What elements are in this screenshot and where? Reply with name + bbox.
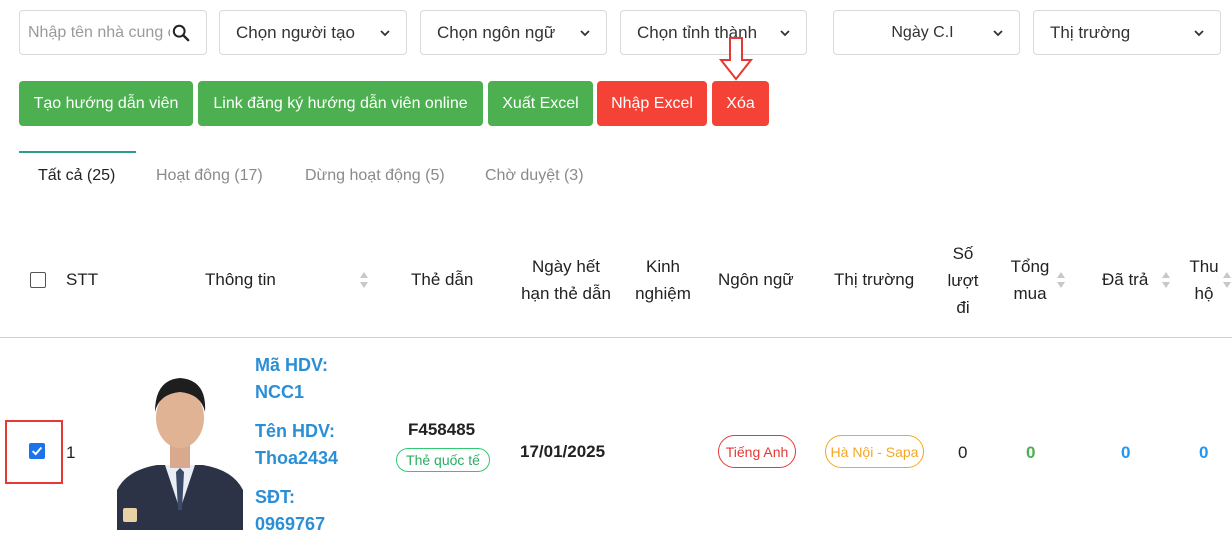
header-stt: STT: [66, 270, 99, 289]
guide-code-label: Mã HDV:: [255, 355, 329, 375]
collect-amount: 0: [1199, 443, 1209, 462]
tab-all[interactable]: Tất cả (25): [38, 167, 115, 185]
header-card: Thẻ dẫn: [411, 270, 474, 289]
export-excel-button[interactable]: Xuất Excel: [488, 81, 593, 126]
header-market: Thị trường: [834, 270, 915, 289]
delete-button[interactable]: Xóa: [712, 81, 769, 126]
header-total: Tổng mua: [1006, 253, 1054, 307]
guide-name-label: Tên HDV:: [255, 421, 336, 441]
trips-count: 0: [958, 443, 968, 462]
guide-code[interactable]: NCC1: [255, 379, 338, 406]
header-divider: [0, 337, 1232, 338]
chevron-down-icon: [993, 29, 1003, 36]
header-total-line2: mua: [1013, 284, 1047, 303]
total-purchase: 0: [1026, 443, 1036, 462]
header-experience: Kinh nghiệm: [628, 253, 698, 307]
header-trips-line1: Số: [952, 244, 974, 263]
active-tab-indicator: [19, 151, 136, 153]
header-collect-line1: Thu: [1189, 257, 1219, 276]
market-select-label: Thị trường: [1050, 22, 1131, 42]
chevron-down-icon: [580, 29, 590, 36]
guide-phone-label: SĐT:: [255, 487, 295, 507]
guide-info: Mã HDV: NCC1 Tên HDV: Thoa2434 SĐT: 0969…: [255, 352, 338, 538]
row-stt: 1: [66, 443, 76, 462]
header-experience-line1: Kinh: [645, 257, 681, 276]
tab-stopped[interactable]: Dừng hoạt động (5): [305, 167, 445, 185]
card-number: F458485: [408, 420, 476, 439]
chevron-down-icon: [780, 29, 790, 36]
language-select-label: Chọn ngôn ngữ: [437, 22, 556, 42]
header-expiry-line1: Ngày hết: [531, 257, 601, 276]
province-select[interactable]: Chọn tỉnh thành: [620, 10, 807, 55]
language-select[interactable]: Chọn ngôn ngữ: [420, 10, 607, 55]
guide-phone[interactable]: 0969767: [255, 511, 338, 538]
sort-icon[interactable]: [359, 271, 369, 289]
row-checkbox[interactable]: [29, 443, 45, 459]
guide-photo: [117, 370, 243, 530]
header-experience-line2: nghiệm: [635, 284, 691, 303]
search-icon[interactable]: [172, 24, 190, 42]
sort-icon[interactable]: [1222, 271, 1232, 289]
header-language: Ngôn ngữ: [718, 270, 794, 289]
province-select-label: Chọn tỉnh thành: [637, 22, 758, 42]
sort-icon[interactable]: [1056, 271, 1066, 289]
chevron-down-icon: [1194, 29, 1204, 36]
check-icon: [31, 446, 43, 456]
import-excel-button[interactable]: Nhập Excel: [597, 81, 707, 126]
market-badge: Hà Nội - Sapa: [825, 435, 924, 468]
header-expiry-line2: hạn thẻ dẫn: [521, 284, 611, 303]
header-trips: Số lượt đi: [940, 240, 986, 321]
card-type-badge: Thẻ quốc tế: [396, 448, 490, 472]
header-expiry: Ngày hết hạn thẻ dẫn: [516, 253, 616, 307]
creator-select[interactable]: Chọn người tạo: [219, 10, 407, 55]
sort-icon[interactable]: [1161, 271, 1171, 289]
language-badge: Tiếng Anh: [718, 435, 796, 468]
header-trips-line3: đi: [956, 298, 970, 317]
date-select-label: Ngày C.I: [891, 23, 954, 41]
header-collect-line2: hộ: [1194, 284, 1214, 303]
market-select[interactable]: Thị trường: [1033, 10, 1221, 55]
tab-active[interactable]: Hoạt đông (17): [156, 167, 263, 185]
down-arrow-icon: [718, 37, 754, 81]
date-select[interactable]: Ngày C.I: [833, 10, 1020, 55]
header-collect: Thu hộ: [1186, 253, 1222, 307]
header-paid: Đã trả: [1102, 270, 1149, 289]
guide-name[interactable]: Thoa2434: [255, 445, 338, 472]
select-all-checkbox[interactable]: [30, 272, 46, 288]
header-trips-line2: lượt: [947, 271, 979, 290]
create-guide-button[interactable]: Tạo hướng dẫn viên: [19, 81, 193, 126]
register-link-button[interactable]: Link đăng ký hướng dẫn viên online: [198, 81, 483, 126]
search-supplier-field[interactable]: [19, 10, 207, 55]
expiry-date: 17/01/2025: [520, 442, 606, 461]
paid-amount: 0: [1121, 443, 1131, 462]
header-info: Thông tin: [205, 270, 276, 289]
chevron-down-icon: [380, 29, 390, 36]
search-input[interactable]: [20, 23, 170, 42]
header-total-line1: Tổng: [1010, 257, 1050, 276]
creator-select-label: Chọn người tạo: [236, 22, 355, 42]
tab-pending[interactable]: Chờ duyệt (3): [485, 167, 584, 185]
